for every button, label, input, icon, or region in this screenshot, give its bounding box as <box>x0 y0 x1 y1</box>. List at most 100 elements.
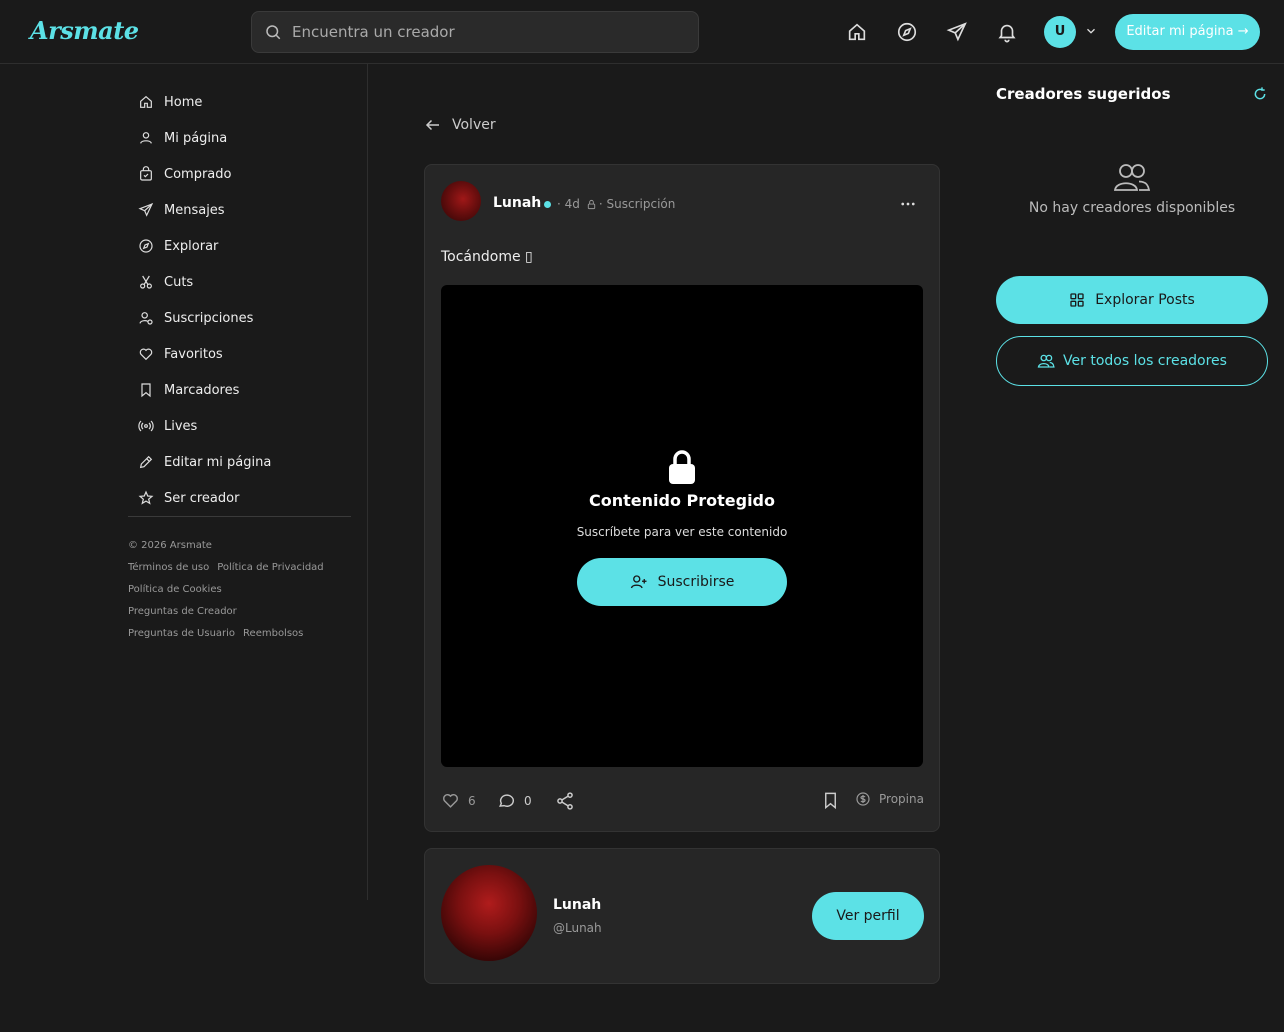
post-age: · 4d <box>557 197 580 211</box>
arrow-left-icon <box>425 119 439 131</box>
sidebar-separator <box>367 64 368 900</box>
sidebar-item-label: Lives <box>164 418 198 434</box>
send-icon[interactable] <box>946 21 968 43</box>
sidebar-item-label: Mi página <box>164 130 228 146</box>
user-faq-link[interactable]: Preguntas de Usuario <box>128 624 235 644</box>
sidebar-item-cuts[interactable]: Cuts <box>128 264 352 300</box>
sidebar-item-label: Ser creador <box>164 490 240 506</box>
sidebar: Home Mi página Comprado Mensajes Explora… <box>128 84 352 645</box>
grid-icon <box>1070 293 1084 307</box>
like-count: 6 <box>468 793 476 808</box>
user-icon <box>140 132 152 144</box>
sidebar-item-subscriptions[interactable]: Suscripciones <box>128 300 352 336</box>
broadcast-icon <box>138 420 154 432</box>
like-button[interactable]: 6 <box>441 791 476 810</box>
heart-icon <box>443 794 458 808</box>
heart-icon <box>139 348 153 361</box>
post-card: Lunah · 4d · Suscripción Tocándome ▯ Con… <box>424 164 940 832</box>
creator-faq-link[interactable]: Preguntas de Creador <box>128 602 237 622</box>
terms-link[interactable]: Términos de uso <box>128 558 209 578</box>
sidebar-item-label: Comprado <box>164 166 232 182</box>
sidebar-item-label: Cuts <box>164 274 194 290</box>
edit-my-page-button[interactable]: Editar mi página → <box>1115 14 1260 50</box>
tip-label: Propina <box>879 792 924 806</box>
comment-icon <box>499 794 514 807</box>
privacy-link[interactable]: Política de Privacidad <box>217 558 323 578</box>
creator-name[interactable]: Lunah <box>553 897 601 913</box>
share-button[interactable] <box>555 791 583 811</box>
sidebar-item-label: Editar mi página <box>164 454 272 470</box>
users-icon <box>1037 354 1055 368</box>
user-check-icon <box>139 312 153 325</box>
explore-posts-label: Explorar Posts <box>1095 292 1195 308</box>
home-icon <box>140 95 152 108</box>
sidebar-item-label: Marcadores <box>164 382 240 398</box>
explore-posts-button[interactable]: Explorar Posts <box>996 276 1268 324</box>
subscribe-button[interactable]: Suscribirse <box>577 558 787 606</box>
lock-icon <box>669 450 695 484</box>
sidebar-item-messages[interactable]: Mensajes <box>128 192 352 228</box>
tip-button[interactable]: Propina <box>855 791 924 807</box>
sidebar-item-edit-page[interactable]: Editar mi página <box>128 444 352 480</box>
top-bar: Arsmate U Editar mi página → <box>0 0 1284 64</box>
home-icon[interactable] <box>846 21 868 43</box>
view-all-creators-button[interactable]: Ver todos los creadores <box>996 336 1268 386</box>
post-author-name[interactable]: Lunah <box>493 195 541 211</box>
compass-icon[interactable] <box>896 21 918 43</box>
view-profile-button[interactable]: Ver perfil <box>812 892 924 940</box>
online-indicator <box>544 201 551 208</box>
sidebar-divider <box>128 516 351 517</box>
creator-profile-card: Lunah @Lunah Ver perfil <box>424 848 940 984</box>
post-visibility: · Suscripción <box>598 197 676 211</box>
suggested-creators-title: Creadores sugeridos <box>996 85 1171 103</box>
sidebar-item-home[interactable]: Home <box>128 84 352 120</box>
comment-button[interactable]: 0 <box>497 791 532 810</box>
search-icon <box>266 25 281 40</box>
locked-media: Contenido Protegido Suscríbete para ver … <box>441 285 923 767</box>
sidebar-item-lives[interactable]: Lives <box>128 408 352 444</box>
sidebar-item-my-page[interactable]: Mi página <box>128 120 352 156</box>
refresh-icon[interactable] <box>1252 86 1268 102</box>
sidebar-item-label: Explorar <box>164 238 219 254</box>
sidebar-item-label: Favoritos <box>164 346 223 362</box>
more-options-icon[interactable] <box>899 195 917 213</box>
sidebar-item-favorites[interactable]: Favoritos <box>128 336 352 372</box>
chevron-down-icon[interactable] <box>1084 24 1098 38</box>
sidebar-item-bookmarks[interactable]: Marcadores <box>128 372 352 408</box>
bell-icon[interactable] <box>996 21 1018 43</box>
back-link[interactable]: Volver <box>424 116 496 134</box>
post-author-avatar[interactable] <box>441 181 481 221</box>
sidebar-item-explore[interactable]: Explorar <box>128 228 352 264</box>
locked-subtitle: Suscríbete para ver este contenido <box>576 525 788 539</box>
locked-title: Contenido Protegido <box>588 491 775 510</box>
back-label: Volver <box>452 117 496 133</box>
bookmark-icon <box>825 792 836 810</box>
creator-handle: @Lunah <box>553 921 602 935</box>
share-icon <box>557 792 573 810</box>
sidebar-item-label: Home <box>164 94 203 110</box>
search-box[interactable] <box>251 11 699 53</box>
app-logo[interactable]: Arsmate <box>30 16 139 45</box>
bookmark-icon <box>141 383 151 398</box>
post-text: Tocándome ▯ <box>441 249 533 265</box>
search-input[interactable] <box>292 12 692 52</box>
shopping-bag-icon <box>140 166 152 181</box>
send-icon <box>138 202 154 217</box>
star-icon <box>138 490 154 505</box>
cookies-link[interactable]: Política de Cookies <box>128 580 222 600</box>
creator-avatar[interactable] <box>441 865 537 961</box>
user-plus-icon <box>630 575 647 589</box>
dollar-coin-icon <box>856 792 870 806</box>
pencil-icon <box>139 455 153 469</box>
refunds-link[interactable]: Reembolsos <box>243 624 303 644</box>
post-meta: · 4d · Suscripción <box>557 197 675 211</box>
view-all-creators-label: Ver todos los creadores <box>1063 353 1227 369</box>
bookmark-button[interactable] <box>821 791 848 810</box>
user-avatar[interactable]: U <box>1044 16 1076 48</box>
post-actions: 6 0 Propina <box>441 791 924 811</box>
sidebar-item-become-creator[interactable]: Ser creador <box>128 480 352 516</box>
comment-count: 0 <box>524 793 532 808</box>
sidebar-item-purchased[interactable]: Comprado <box>128 156 352 192</box>
lock-icon <box>587 199 596 209</box>
compass-icon <box>139 239 153 253</box>
